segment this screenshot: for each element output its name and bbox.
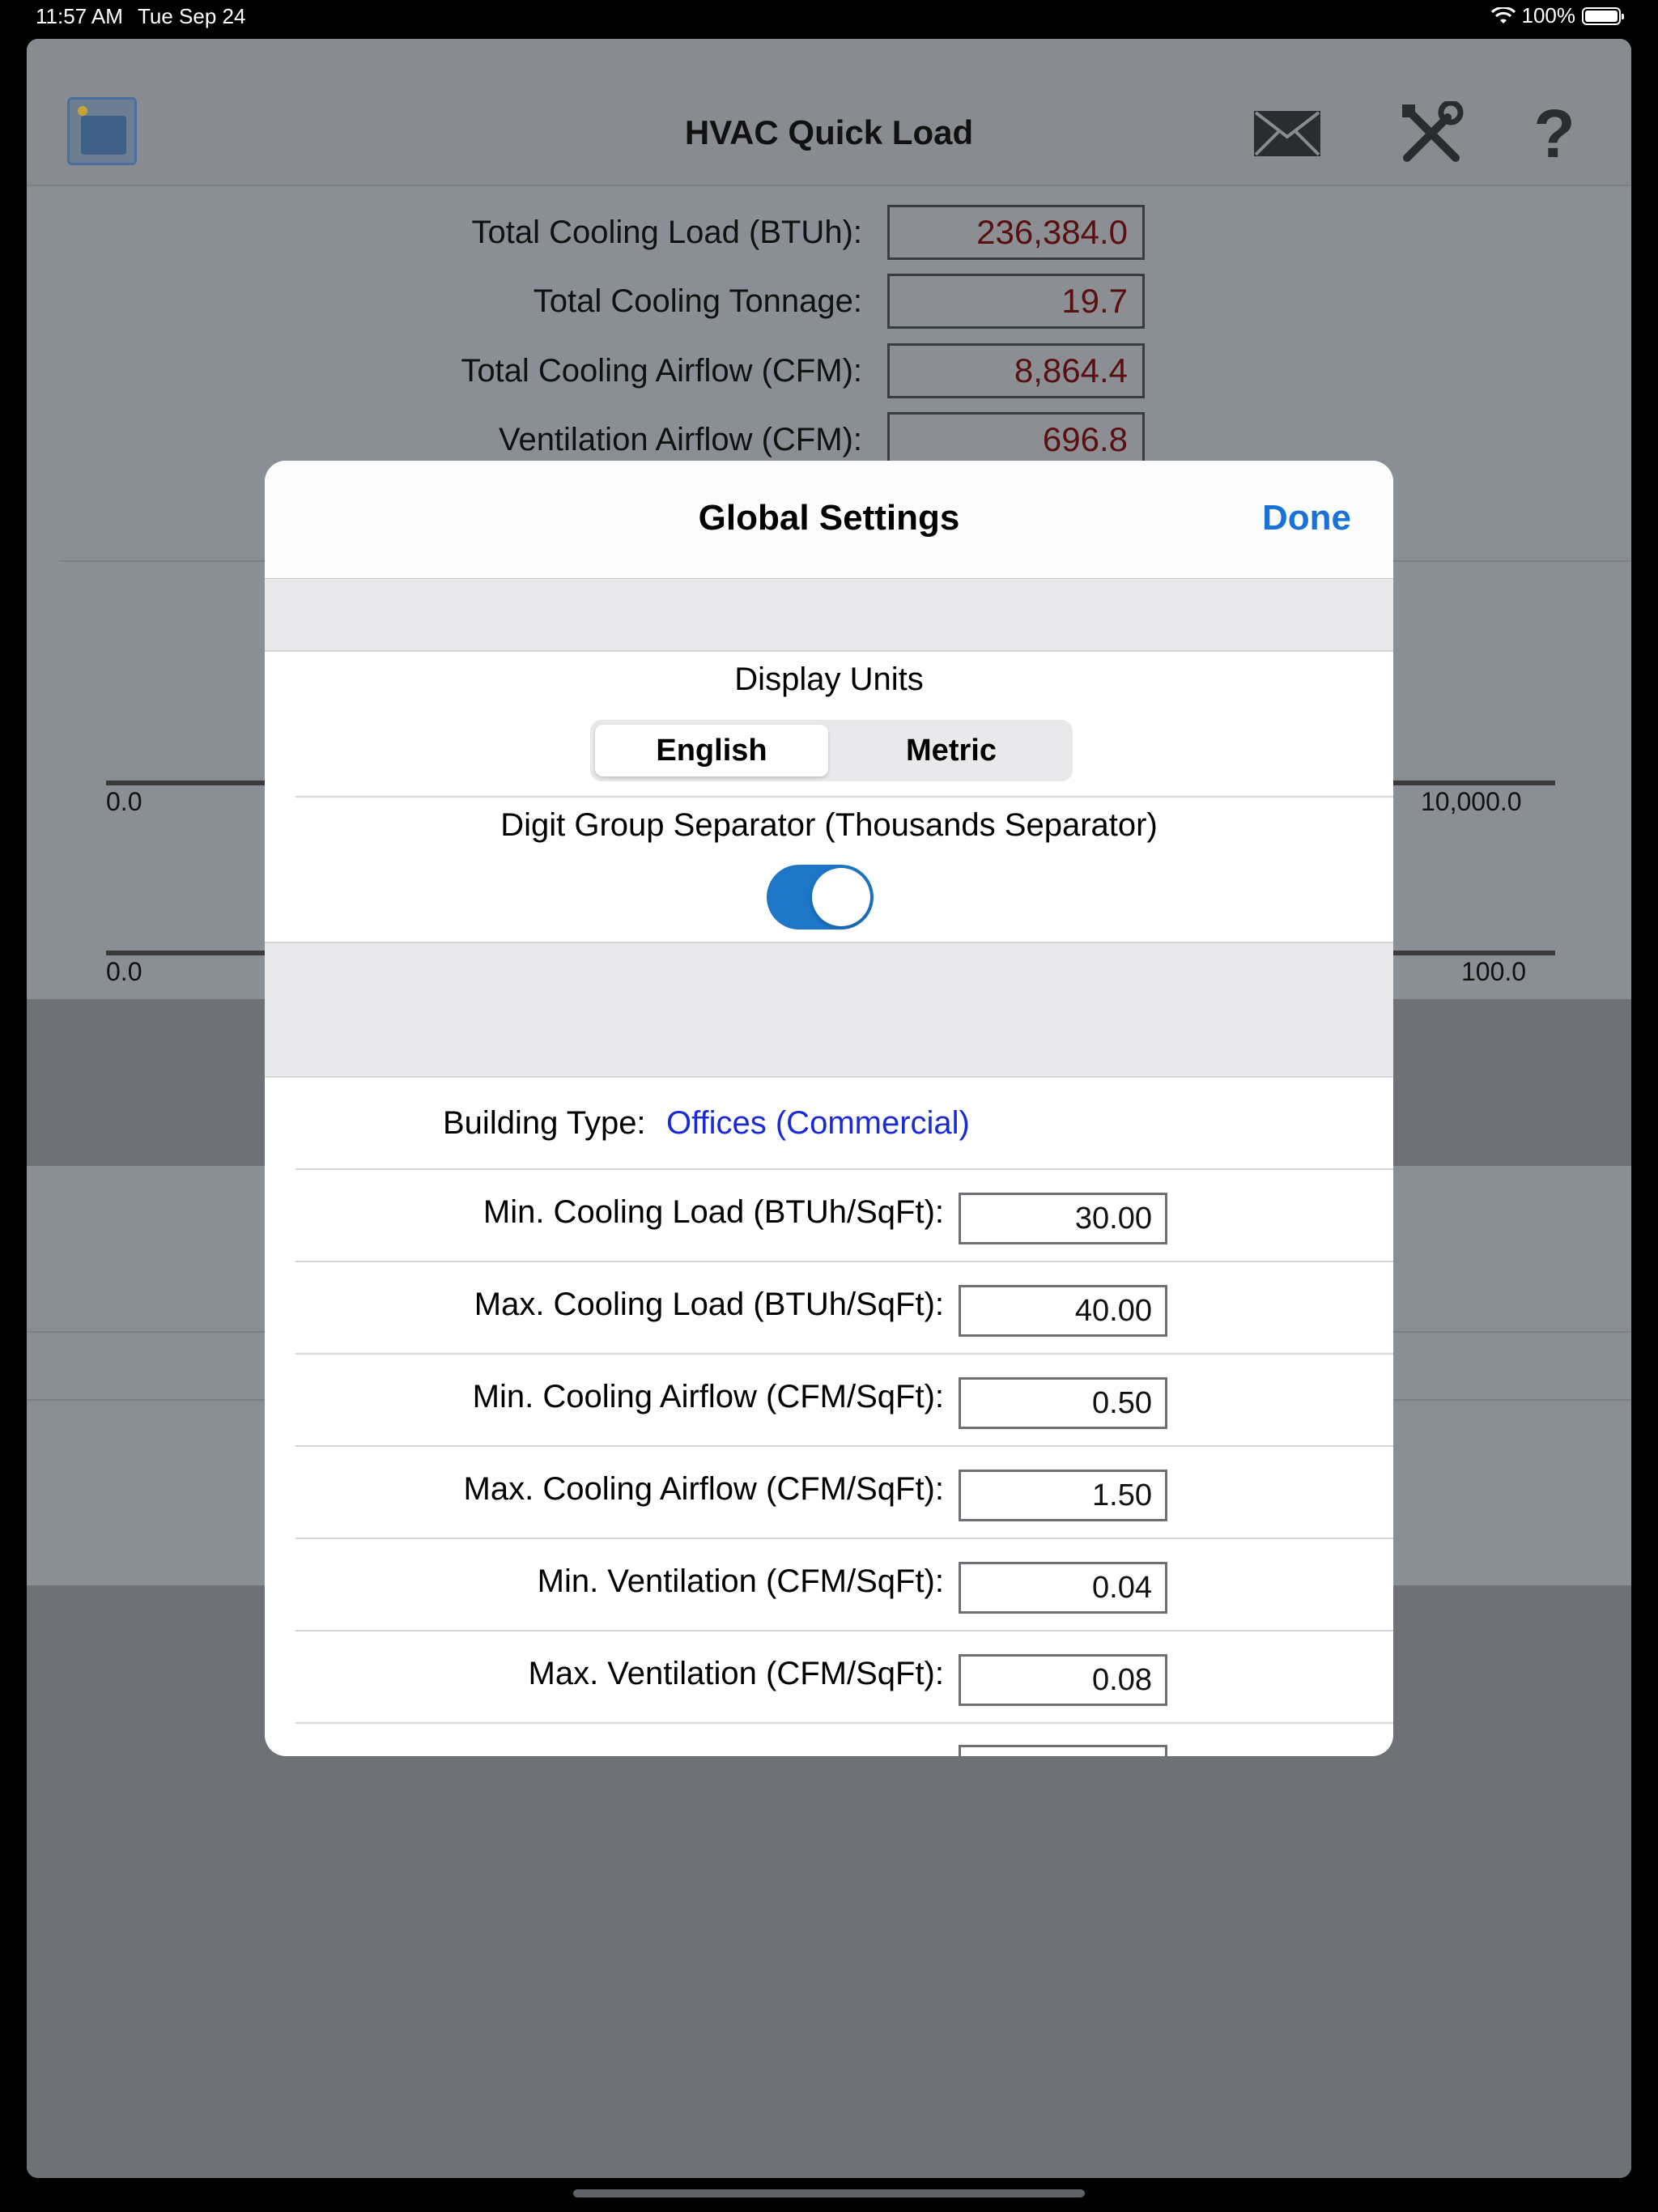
setting-row: Min. Cooling Airflow (CFM/SqFt): — [265, 1355, 1393, 1445]
result-row: Total Cooling Tonnage: 19.7 — [27, 274, 1146, 330]
min-cooling-airflow-field[interactable] — [959, 1377, 1167, 1429]
tools-icon[interactable] — [1395, 97, 1468, 170]
setting-row: Min. Ventilation (CFM/SqFt): — [265, 1539, 1393, 1630]
slider-max-label: 100.0 — [1461, 957, 1527, 986]
units-segmented-control: English Metric — [590, 720, 1073, 781]
result-value: 8,864.4 — [887, 343, 1145, 398]
result-label: Total Cooling Load (BTUh): — [471, 215, 862, 250]
setting-label: Max. Cooling Load (BTUh/SqFt): — [474, 1287, 944, 1322]
setting-label: Max. Ventilation (CFM/SqFt): — [528, 1656, 944, 1691]
wifi-icon — [1490, 6, 1516, 23]
setting-row: Max. Cooling Airflow (CFM/SqFt): — [265, 1447, 1393, 1538]
battery-icon — [1582, 6, 1624, 25]
min-cooling-load-field[interactable] — [959, 1193, 1167, 1244]
slider-max-label: 10,000.0 — [1421, 787, 1522, 816]
setting-row: Max. Ventilation (CFM/SqFt): — [265, 1631, 1393, 1722]
setting-label: Max. Cooling Airflow (CFM/SqFt): — [463, 1471, 944, 1507]
setting-label: Min. Cooling Airflow (CFM/SqFt): — [472, 1379, 944, 1414]
result-value: 236,384.0 — [887, 205, 1145, 260]
divider — [295, 1722, 1393, 1724]
modal-header: Global Settings Done — [265, 461, 1393, 580]
display-units-label: Display Units — [734, 661, 924, 697]
setting-label: Min. Ventilation (CFM/SqFt): — [537, 1563, 944, 1599]
result-label: Total Cooling Tonnage: — [533, 283, 862, 319]
setting-row: Min. Cooling Load (BTUh/SqFt): — [265, 1170, 1393, 1261]
modal-title: Global Settings — [698, 498, 960, 538]
max-cooling-airflow-field[interactable] — [959, 1470, 1167, 1521]
min-ventilation-field[interactable] — [959, 1562, 1167, 1614]
result-label: Total Cooling Airflow (CFM): — [461, 353, 862, 389]
section-spacer — [265, 579, 1393, 650]
mail-icon[interactable] — [1251, 97, 1324, 170]
result-label: Ventilation Airflow (CFM): — [498, 422, 862, 457]
section-spacer — [265, 943, 1393, 1076]
slider-min-label: 0.0 — [106, 787, 142, 816]
battery-percent: 100% — [1521, 3, 1576, 28]
building-type-link[interactable]: Offices (Commercial) — [666, 1105, 970, 1142]
segment-english[interactable]: English — [595, 725, 828, 776]
status-bar: 11:57 AM Tue Sep 24 100% — [0, 0, 1658, 36]
done-button[interactable]: Done — [1262, 498, 1351, 538]
segment-metric[interactable]: Metric — [835, 725, 1068, 776]
result-value: 19.7 — [887, 274, 1145, 329]
max-ventilation-field[interactable] — [959, 1654, 1167, 1706]
result-row: Total Cooling Airflow (CFM): 8,864.4 — [27, 343, 1146, 400]
home-indicator[interactable] — [573, 2189, 1085, 2197]
divider — [265, 1076, 1393, 1078]
result-row: Total Cooling Load (BTUh): 236,384.0 — [27, 205, 1146, 262]
help-icon[interactable]: ? — [1518, 96, 1591, 172]
app-navbar: HVAC Quick Load ? — [27, 39, 1631, 186]
divider — [265, 650, 1393, 652]
app-title: HVAC Quick Load — [684, 113, 974, 151]
divider — [295, 796, 1393, 798]
digit-separator-label: Digit Group Separator (Thousands Separat… — [500, 807, 1158, 843]
setting-label: Min. Cooling Load (BTUh/SqFt): — [483, 1194, 944, 1230]
status-date: Tue Sep 24 — [138, 4, 246, 28]
toggle-knob — [812, 868, 870, 926]
max-cooling-load-field[interactable] — [959, 1285, 1167, 1337]
global-settings-modal: Global Settings Done Display Units Engli… — [265, 461, 1393, 1756]
building-type-label: Building Type: — [443, 1105, 646, 1141]
digit-separator-toggle[interactable] — [767, 865, 874, 929]
slider-min-label: 0.0 — [106, 957, 142, 986]
setting-row: Max. Cooling Load (BTUh/SqFt): — [265, 1262, 1393, 1353]
next-setting-field[interactable] — [959, 1745, 1167, 1756]
status-time: 11:57 AM — [36, 4, 123, 28]
status-right: 100% — [1490, 3, 1624, 28]
result-value: 696.8 — [887, 412, 1145, 467]
